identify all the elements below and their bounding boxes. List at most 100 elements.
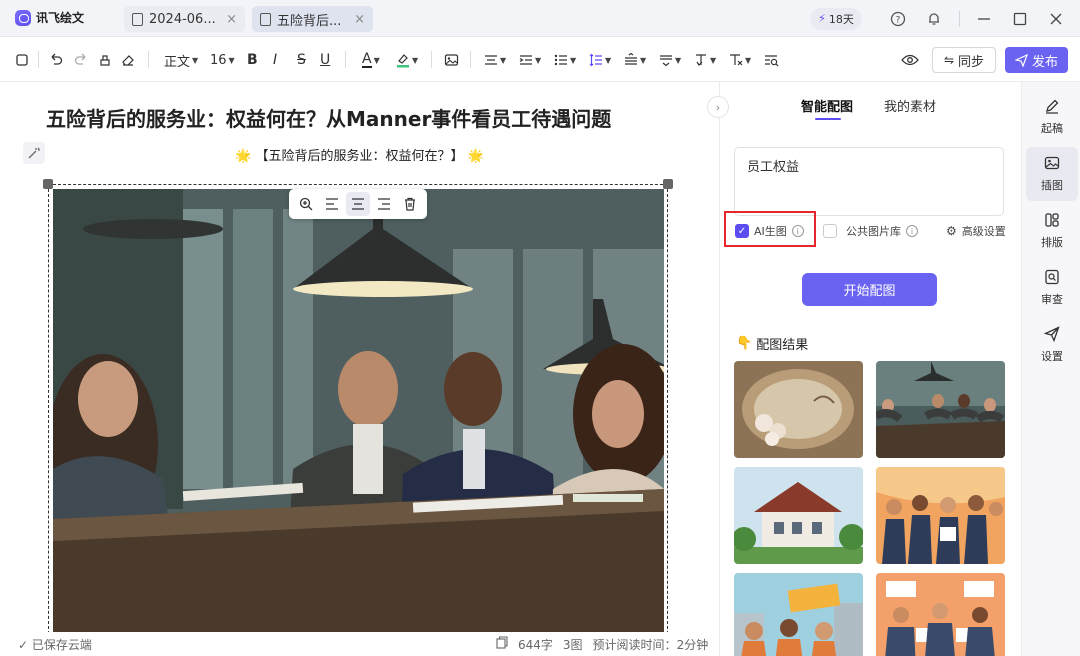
- line-height-select[interactable]: ▼: [589, 49, 611, 71]
- copy-icon[interactable]: [496, 636, 508, 653]
- find-replace-icon[interactable]: [764, 49, 779, 71]
- chevron-down-icon: ▼: [192, 55, 199, 65]
- font-size-select[interactable]: 16 ▼: [210, 49, 235, 71]
- highlighter-icon: [397, 54, 409, 68]
- results-title: 配图结果: [756, 338, 809, 353]
- underline-button[interactable]: U: [320, 49, 330, 71]
- tab-label: 五险背后...: [277, 13, 342, 29]
- resize-handle[interactable]: [43, 179, 53, 189]
- public-library-label: 公共图片库: [846, 225, 901, 238]
- bell-icon[interactable]: [916, 0, 952, 37]
- close-window-icon[interactable]: [1038, 0, 1074, 37]
- read-time-label: 预计阅读时间：: [592, 638, 677, 652]
- tab-smart-image[interactable]: 智能配图: [801, 96, 853, 115]
- send-icon: [1043, 326, 1060, 345]
- tab-close-icon[interactable]: ×: [226, 12, 237, 27]
- zoom-in-icon[interactable]: [294, 192, 318, 216]
- chevron-down-icon: ▼: [710, 55, 717, 65]
- bullet-list-select[interactable]: ▼: [554, 49, 576, 71]
- font-color-button[interactable]: A ▼: [362, 49, 380, 71]
- insert-image-icon[interactable]: [444, 49, 459, 71]
- format-toolbar: 正文▼ 16▼ B I S U A▼ ▼ ▼ ▼ ▼ ▼ ▼ ▼ ▼ ▼: [0, 37, 1080, 82]
- clear-format-select[interactable]: ▼: [729, 49, 751, 71]
- align-icon: [485, 55, 497, 65]
- resize-handle[interactable]: [663, 179, 673, 189]
- chevron-down-icon: ▼: [412, 55, 419, 65]
- text-format-select[interactable]: ▼: [694, 49, 716, 71]
- collapse-panel-chevron-icon[interactable]: ›: [707, 96, 729, 118]
- highlight-color-button[interactable]: ▼: [396, 49, 418, 71]
- keyword-input[interactable]: 员工权益: [734, 147, 1004, 216]
- rail-item-settings[interactable]: 设置: [1026, 318, 1078, 372]
- strikethrough-button[interactable]: S: [297, 49, 306, 71]
- rail-item-draft[interactable]: 起稿: [1026, 90, 1078, 144]
- chevron-down-icon: ▼: [675, 55, 682, 65]
- result-thumbnail[interactable]: [734, 573, 863, 656]
- divider-style-select[interactable]: ▼: [659, 49, 681, 71]
- redo-icon[interactable]: [73, 49, 89, 71]
- public-library-option[interactable]: 公共图片库 i: [823, 223, 918, 239]
- chevron-down-icon: ▼: [500, 55, 507, 65]
- sync-icon: ⇋: [943, 53, 955, 67]
- tab-document-1[interactable]: 2024-06... ×: [124, 6, 245, 32]
- tab-my-materials[interactable]: 我的素材: [884, 96, 936, 115]
- paragraph-spacing-icon: [625, 53, 637, 65]
- format-painter-icon[interactable]: [98, 49, 112, 71]
- minimize-icon[interactable]: [966, 0, 1002, 37]
- result-thumbnail[interactable]: [876, 573, 1005, 656]
- title-bar: 讯飞绘文 2024-06... × 五险背后... × ⚡ 18天 ?: [0, 0, 1080, 37]
- sync-button[interactable]: ⇋ 同步: [932, 47, 996, 73]
- eraser-icon[interactable]: [121, 49, 135, 71]
- start-matching-button[interactable]: 开始配图: [802, 273, 937, 306]
- document-subtitle[interactable]: 🌟 【五险背后的服务业：权益何在？】 🌟: [0, 145, 719, 164]
- preview-eye-icon[interactable]: [896, 47, 924, 73]
- public-library-checkbox[interactable]: [823, 224, 837, 238]
- selected-image-frame[interactable]: [43, 179, 673, 632]
- publish-button[interactable]: 发布: [1005, 47, 1068, 73]
- app-logo: 讯飞绘文: [15, 9, 84, 26]
- tab-close-icon[interactable]: ×: [354, 12, 365, 27]
- divider: [952, 0, 966, 37]
- rail-label: 审查: [1041, 293, 1063, 306]
- outline-toggle-icon[interactable]: [15, 49, 29, 71]
- paragraph-style-select[interactable]: 正文 ▼: [164, 49, 198, 71]
- bold-button[interactable]: B: [247, 49, 258, 71]
- align-select[interactable]: ▼: [484, 49, 506, 71]
- rail-item-review[interactable]: 审查: [1026, 261, 1078, 315]
- paragraph-spacing-select[interactable]: ▼: [624, 49, 646, 71]
- indent-select[interactable]: ▼: [519, 49, 541, 71]
- help-icon[interactable]: ?: [880, 0, 916, 37]
- sun-emoji-icon: 🌟: [467, 149, 484, 164]
- align-right-icon[interactable]: [372, 192, 396, 216]
- image-icon: [1044, 155, 1060, 174]
- layout-icon: [1044, 212, 1060, 231]
- rail-label: 插图: [1041, 179, 1063, 192]
- chevron-down-icon: ▼: [373, 55, 380, 65]
- rail-item-illustration[interactable]: 插图: [1026, 147, 1078, 201]
- italic-button[interactable]: I: [273, 49, 277, 71]
- meeting-photo: [53, 189, 664, 632]
- clear-format-icon: [730, 54, 743, 66]
- status-bar: ✓ 已保存云端 644字 3图 预计阅读时间：2分钟: [0, 632, 719, 656]
- tab-document-2[interactable]: 五险背后... ×: [252, 6, 373, 32]
- maximize-icon[interactable]: [1002, 0, 1038, 37]
- align-left-icon[interactable]: [320, 192, 344, 216]
- line-height-icon: [589, 53, 602, 67]
- sun-emoji-icon: 🌟: [235, 149, 252, 164]
- document-stats: 644字 3图 预计阅读时间：2分钟: [496, 636, 708, 653]
- result-thumbnail[interactable]: [876, 467, 1005, 564]
- editor-canvas[interactable]: 五险背后的服务业：权益何在？从Manner事件看员工待遇问题 🌟 【五险背后的服…: [0, 82, 719, 632]
- rail-item-layout[interactable]: 排版: [1026, 204, 1078, 258]
- result-thumbnail[interactable]: [876, 361, 1005, 458]
- document-title[interactable]: 五险背后的服务业：权益何在？从Manner事件看员工待遇问题: [46, 103, 611, 132]
- delete-trash-icon[interactable]: [398, 192, 422, 216]
- undo-icon[interactable]: [48, 49, 64, 71]
- info-icon[interactable]: i: [906, 225, 918, 237]
- pointing-hand-icon: 👇: [736, 336, 753, 351]
- result-thumbnail[interactable]: [734, 361, 863, 458]
- align-center-icon[interactable]: [346, 192, 370, 216]
- subtitle-text: 【五险背后的服务业：权益何在？】: [255, 149, 464, 164]
- result-thumbnail[interactable]: [734, 467, 863, 564]
- advanced-settings-link[interactable]: ⚙ 高级设置: [946, 223, 1006, 239]
- membership-days-badge[interactable]: ⚡ 18天: [810, 7, 862, 30]
